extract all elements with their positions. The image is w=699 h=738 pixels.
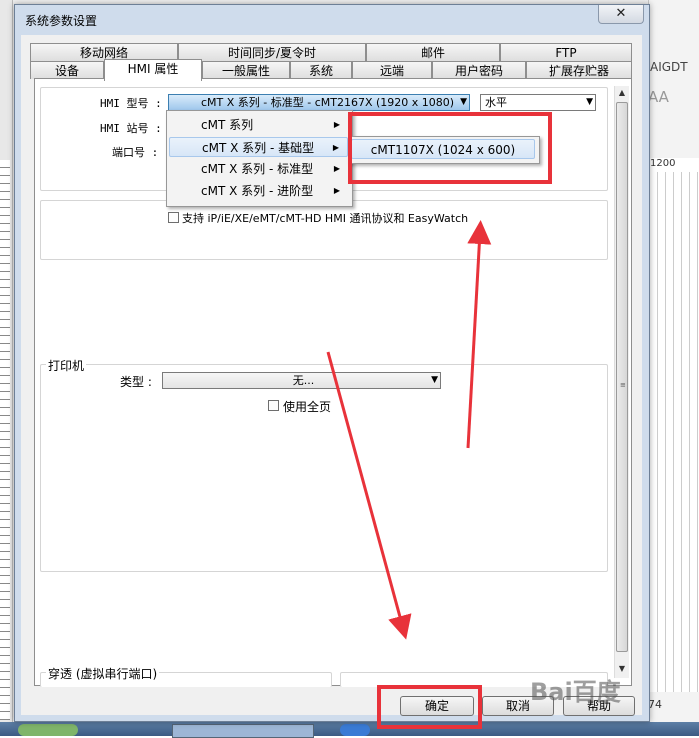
hmi-model-label: HMI 型号 : [100,97,162,110]
tab-user-password[interactable]: 用户密码 [432,61,526,79]
tab-system[interactable]: 系统 [290,61,352,79]
triangle-right-icon: ▶ [333,164,340,173]
start-button[interactable] [18,724,78,736]
menu-item-cmt-x-basic[interactable]: cMT X 系列 - 基础型 ▶ [169,137,348,157]
menu-item-cmt-x-standard[interactable]: cMT X 系列 - 标准型 ▶ [169,159,348,179]
triangle-right-icon: ▶ [333,186,340,195]
orientation-select[interactable]: 水平 ▼ [480,94,596,111]
grip-icon: ≡ [620,381,626,389]
highlight-submenu-box [348,112,552,184]
background-left-ruler [0,160,10,720]
close-button[interactable]: ✕ [598,5,644,24]
chevron-down-icon: ▼ [586,97,593,107]
port-number-label: 端口号 : [112,146,159,159]
background-canvas [650,172,699,692]
close-icon: ✕ [615,6,627,21]
highlight-ok-button-box [377,685,482,729]
full-page-label: 使用全页 [283,400,332,414]
printer-type-select[interactable]: 无... ▼ [162,372,441,389]
support-protocol-label: 支持 iP/iE/XE/eMT/cMT-HD HMI 通讯协议和 EasyWat… [182,212,469,225]
printer-group-label: 打印机 [46,357,87,374]
protocol-group [40,200,608,260]
baidu-watermark: Bai百度 [530,678,621,706]
printer-type-label: 类型 : [120,375,152,389]
vertical-scrollbar[interactable]: ▲ ≡ ▼ [614,86,629,678]
printer-group [40,364,608,572]
hmi-model-value: cMT X 系列 - 标准型 - cMT2167X (1920 x 1080) [201,96,455,109]
menu-item-cmt-x-advanced[interactable]: cMT X 系列 - 进阶型 ▶ [169,181,348,201]
scroll-thumb[interactable]: ≡ [616,102,628,652]
tab-email[interactable]: 邮件 [366,43,500,61]
chevron-down-icon: ▼ [460,97,467,107]
hmi-model-select[interactable]: cMT X 系列 - 标准型 - cMT2167X (1920 x 1080) … [168,94,470,111]
orientation-value: 水平 [485,96,507,109]
background-right-tab[interactable]: AIGDT [650,60,699,78]
background-ruler-value: 1200 [650,158,699,173]
triangle-right-icon: ▶ [333,120,340,129]
tab-device[interactable]: 设备 [30,61,104,79]
menu-item-cmt[interactable]: cMT 系列 ▶ [169,115,348,135]
taskbar-browser-icon[interactable] [340,724,370,736]
tab-remote[interactable]: 远端 [352,61,432,79]
tab-time-sync[interactable]: 时间同步/夏令时 [178,43,366,61]
model-series-menu: cMT 系列 ▶ cMT X 系列 - 基础型 ▶ cMT X 系列 - 标准型 ▶ … [166,110,353,207]
support-protocol-checkbox[interactable] [168,212,179,223]
tab-extended-storage[interactable]: 扩展存贮器 [526,61,632,79]
background-font-tools[interactable]: AA [648,88,699,114]
passthrough-group-label: 穿透 (虚拟串行端口) [46,665,160,682]
scroll-up-arrow-icon[interactable]: ▲ [615,86,629,100]
tab-ftp[interactable]: FTP [500,43,632,61]
tab-hmi-properties[interactable]: HMI 属性 [104,59,202,81]
full-page-checkbox[interactable] [268,400,279,411]
chevron-down-icon: ▼ [431,375,438,385]
tab-general[interactable]: 一般属性 [202,61,290,79]
hmi-station-label: HMI 站号 : [100,122,162,135]
dialog-title: 系统参数设置 [25,14,98,28]
triangle-right-icon: ▶ [332,143,339,152]
printer-type-value: 无... [292,374,315,387]
